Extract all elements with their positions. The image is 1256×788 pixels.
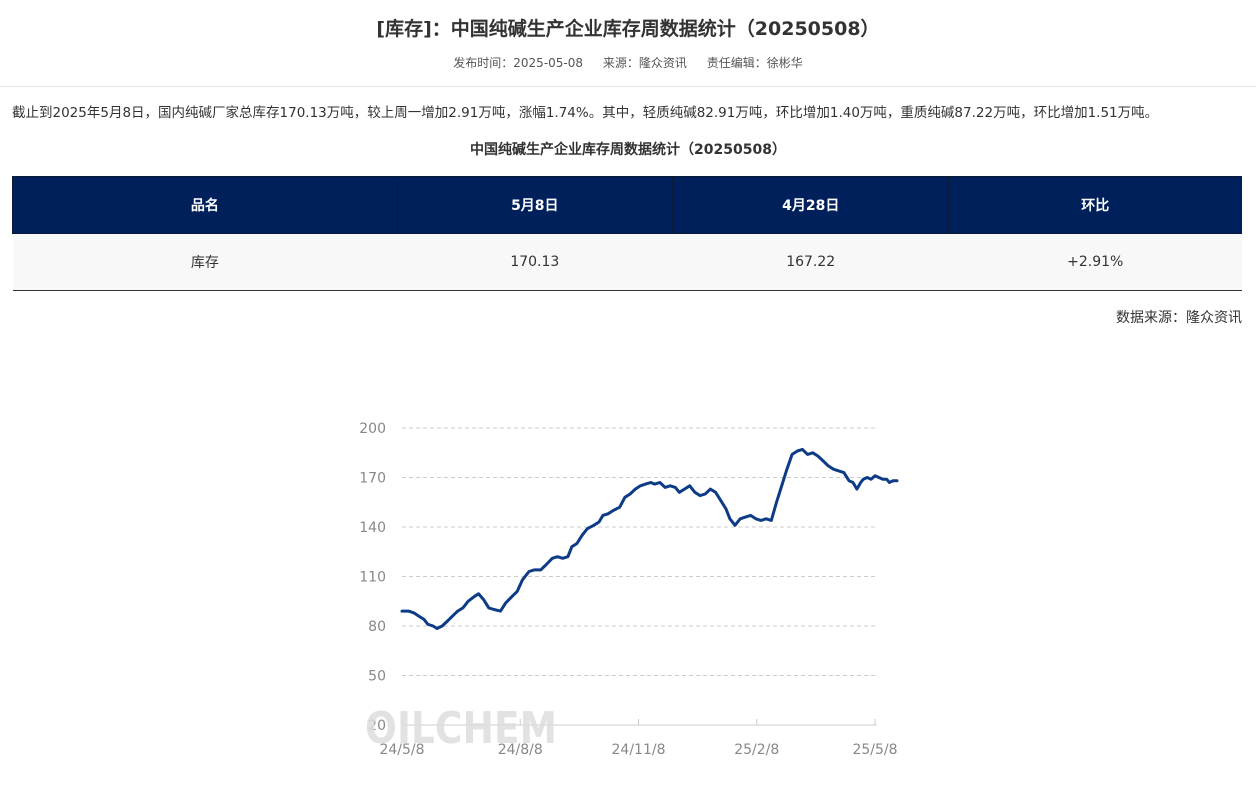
table-row: 库存 170.13 167.22 +2.91% [12,233,1242,291]
y-tick-label: 140 [359,520,386,536]
publish-time: 发布时间：2025-05-08 [453,56,584,70]
summary-text: 截止到2025年5月8日，国内纯碱厂家总库存170.13万吨，较上周一增加2.9… [12,105,1159,121]
y-axis: 200170140110805020 [359,421,386,734]
table-header-row: 品名 5月8日 4月28日 环比 [12,176,1242,234]
header-apr-28: 4月28日 [671,176,950,234]
y-tick-label: 110 [359,570,386,586]
y-tick-label: 170 [359,471,386,487]
inventory-line-chart: 200170140110805020 24/5/8 24/8/8 24/11/8 25… [359,421,899,758]
y-tick-label: 80 [368,619,386,635]
header-change: 环比 [948,176,1242,234]
page-title: [库存]：中国纯碱生产企业库存周数据统计（20250508） [376,18,880,40]
cell-may-8: 170.13 [397,233,673,291]
cell-apr-28: 167.22 [672,233,949,291]
x-tick-label: 25/2/8 [734,742,779,758]
source-label: 来源：隆众资讯 [602,56,687,70]
article-meta: 发布时间：2025-05-08 来源：隆众资讯 责任编辑：徐彬华 [0,54,1256,72]
cell-product: 库存 [12,233,398,291]
x-tick-label: 24/11/8 [612,742,666,758]
x-tick-label: 25/5/8 [852,742,897,758]
article-header: [库存]：中国纯碱生产企业库存周数据统计（20250508） 发布时间：2025… [0,0,1256,87]
chart-grid [402,427,877,676]
oilchem-watermark: OILCHEM [365,703,557,754]
header-may-8: 5月8日 [396,176,673,234]
y-tick-label: 50 [368,669,386,685]
table-title: 中国纯碱生产企业库存周数据统计（20250508） [470,142,786,158]
header-product: 品名 [12,176,398,234]
editor-label: 责任编辑：徐彬华 [706,56,803,70]
data-source: 数据来源：隆众资讯 [1116,310,1242,326]
series-line [400,447,899,630]
inventory-table: 品名 5月8日 4月28日 环比 库存 170.13 167.22 +2.91% [12,176,1242,291]
cell-change: +2.91% [948,233,1242,291]
y-tick-label: 200 [359,421,386,437]
